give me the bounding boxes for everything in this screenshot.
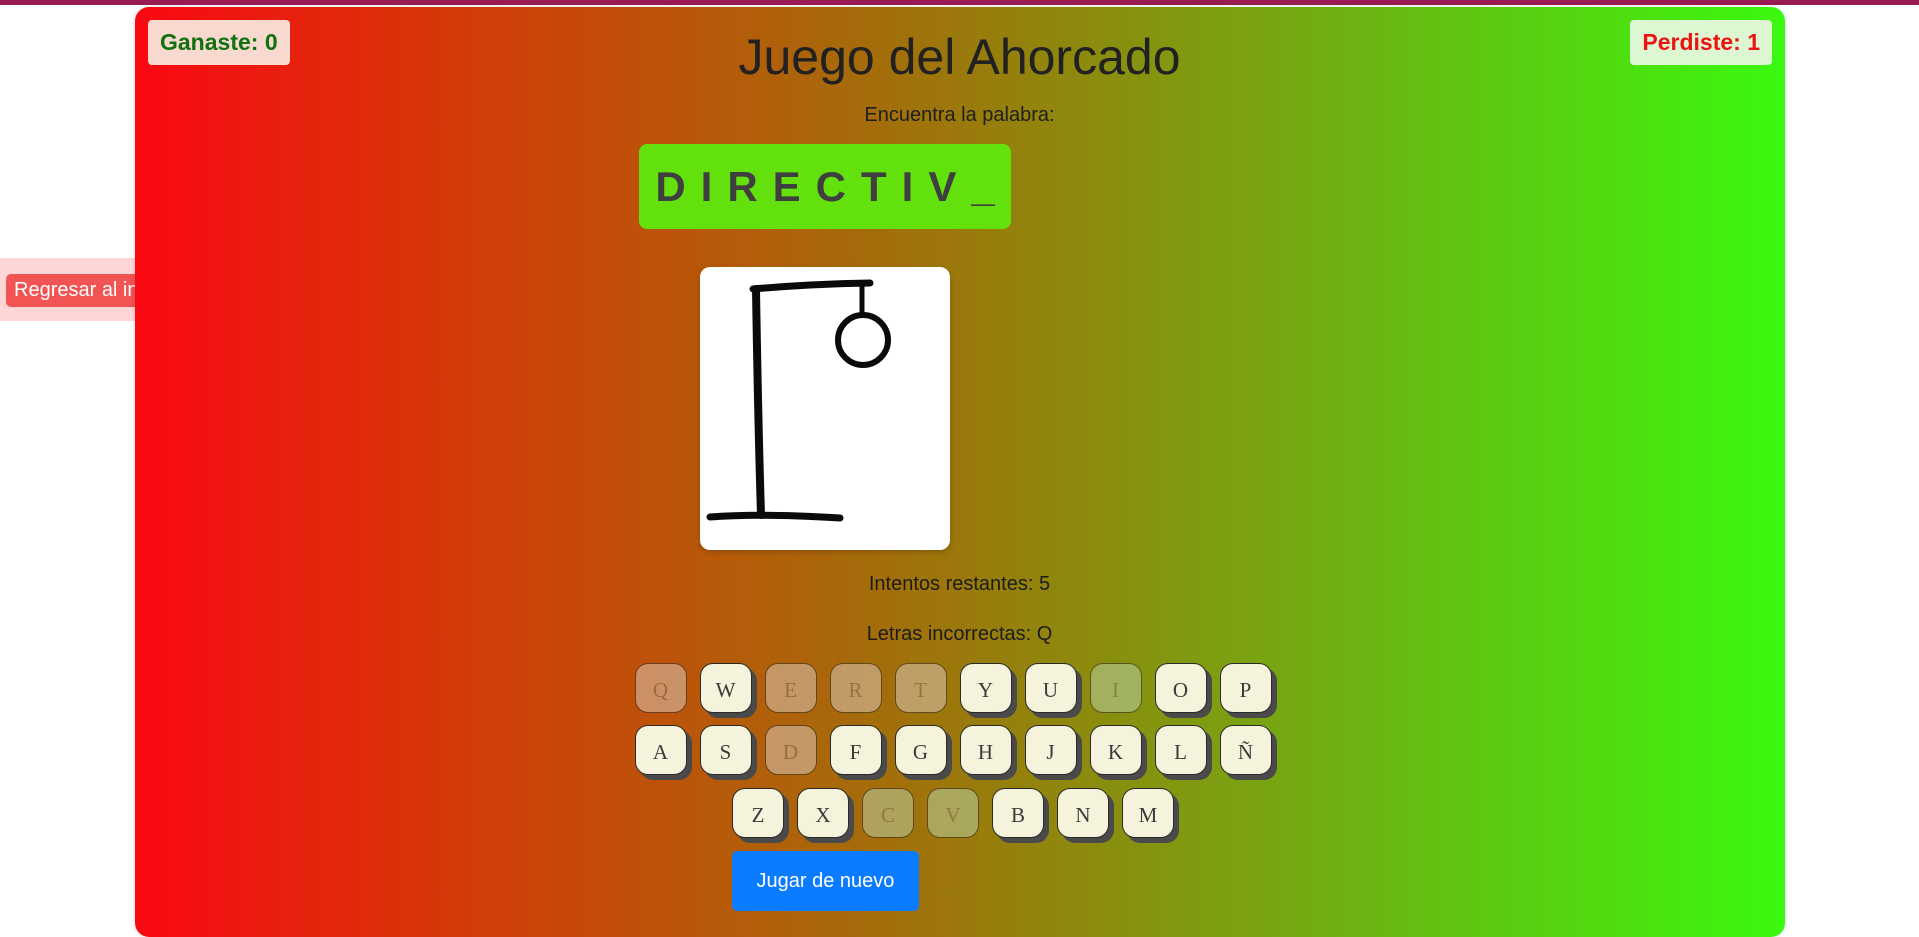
key-p[interactable]: P [1219,663,1272,713]
key-v[interactable]: V [927,788,979,838]
word-prompt: Encuentra la palabra: [864,104,1055,126]
play-again-button[interactable]: Jugar de nuevo [732,851,919,911]
top-accent-strip [0,0,1919,5]
key-r[interactable]: R [829,663,882,713]
key-u[interactable]: U [1024,663,1077,713]
hangman-drawing [700,267,950,550]
page-title: Juego del Ahorcado [738,29,1181,85]
key-i[interactable]: I [1089,663,1142,713]
key-k[interactable]: K [1089,725,1142,775]
keyboard-row-1: QWERTYUIOP [0,663,1919,713]
key-b[interactable]: B [992,788,1044,838]
key-g[interactable]: G [894,725,947,775]
key-q[interactable]: Q [634,663,687,713]
hangman-gallows-icon [706,279,891,522]
key-ñ[interactable]: Ñ [1219,725,1272,775]
key-j[interactable]: J [1024,725,1077,775]
hidden-word: DIRECTIV_ [639,144,1011,229]
hidden-word-text: DIRECTIV_ [655,162,1010,210]
keyboard-row-2: ASDFGHJKLÑ [0,725,1919,775]
key-f[interactable]: F [829,725,882,775]
key-c[interactable]: C [862,788,914,838]
key-z[interactable]: Z [732,788,784,838]
key-e[interactable]: E [764,663,817,713]
key-x[interactable]: X [797,788,849,838]
incorrect-letters: Letras incorrectas: Q [866,623,1053,645]
key-y[interactable]: Y [959,663,1012,713]
key-d[interactable]: D [764,725,817,775]
key-n[interactable]: N [1057,788,1109,838]
key-s[interactable]: S [699,725,752,775]
key-h[interactable]: H [959,725,1012,775]
key-o[interactable]: O [1154,663,1207,713]
key-a[interactable]: A [634,725,687,775]
keyboard-row-3: ZXCVBNM [0,788,1919,838]
key-m[interactable]: M [1122,788,1174,838]
key-w[interactable]: W [699,663,752,713]
key-t[interactable]: T [894,663,947,713]
remaining-attempts: Intentos restantes: 5 [868,573,1051,595]
key-l[interactable]: L [1154,725,1207,775]
